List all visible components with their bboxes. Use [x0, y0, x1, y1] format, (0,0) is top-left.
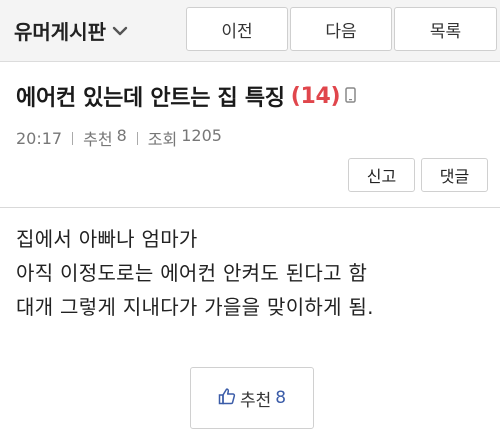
recommend-button[interactable]: 추천 8: [190, 367, 314, 429]
body-line: 대개 그렇게 지내다가 가을을 맞이하게 됨.: [16, 295, 374, 319]
next-button[interactable]: 다음: [290, 7, 392, 51]
recommend-meta: 추천 8: [83, 126, 127, 150]
thumbs-up-icon: [218, 387, 236, 410]
recommend-meta-label: 추천: [83, 130, 113, 149]
chevron-down-icon: [112, 25, 128, 37]
list-button[interactable]: 목록: [394, 7, 497, 51]
recommend-meta-count: 8: [116, 126, 127, 145]
divider: [136, 131, 138, 145]
prev-button[interactable]: 이전: [186, 7, 288, 51]
report-button[interactable]: 신고: [348, 158, 415, 192]
body-line: 아직 이정도로는 에어컨 안켜도 된다고 함: [16, 261, 368, 285]
mobile-icon: [345, 84, 356, 109]
divider: [72, 131, 74, 145]
recommend-button-label: 추천: [239, 390, 272, 411]
views-meta-label: 조회: [147, 130, 178, 149]
top-nav-bar: 유머게시판 이전 다음 목록: [0, 0, 500, 62]
board-selector[interactable]: 유머게시판: [14, 16, 128, 45]
post-body: 집에서 아빠나 엄마가 아직 이정도로는 에어컨 안켜도 된다고 함 대개 그렇…: [16, 222, 374, 324]
comment-count[interactable]: (14): [291, 84, 341, 109]
recommend-button-count: 8: [275, 388, 287, 408]
views-meta-count: 1205: [181, 126, 222, 145]
post-title-row: 에어컨 있는데 안트는 집 특징 (14): [16, 80, 356, 112]
views-meta: 조회 1205: [148, 126, 222, 150]
post-time: 20:17: [16, 128, 63, 148]
body-line: 집에서 아빠나 엄마가: [16, 227, 198, 251]
board-title: 유머게시판: [14, 20, 106, 44]
post-title: 에어컨 있는데 안트는 집 특징: [16, 86, 285, 111]
post-header: 에어컨 있는데 안트는 집 특징 (14) 20:17 추천 8 조회 1205…: [0, 62, 500, 208]
post-meta: 20:17 추천 8 조회 1205: [16, 126, 222, 150]
reply-button[interactable]: 댓글: [421, 158, 488, 192]
